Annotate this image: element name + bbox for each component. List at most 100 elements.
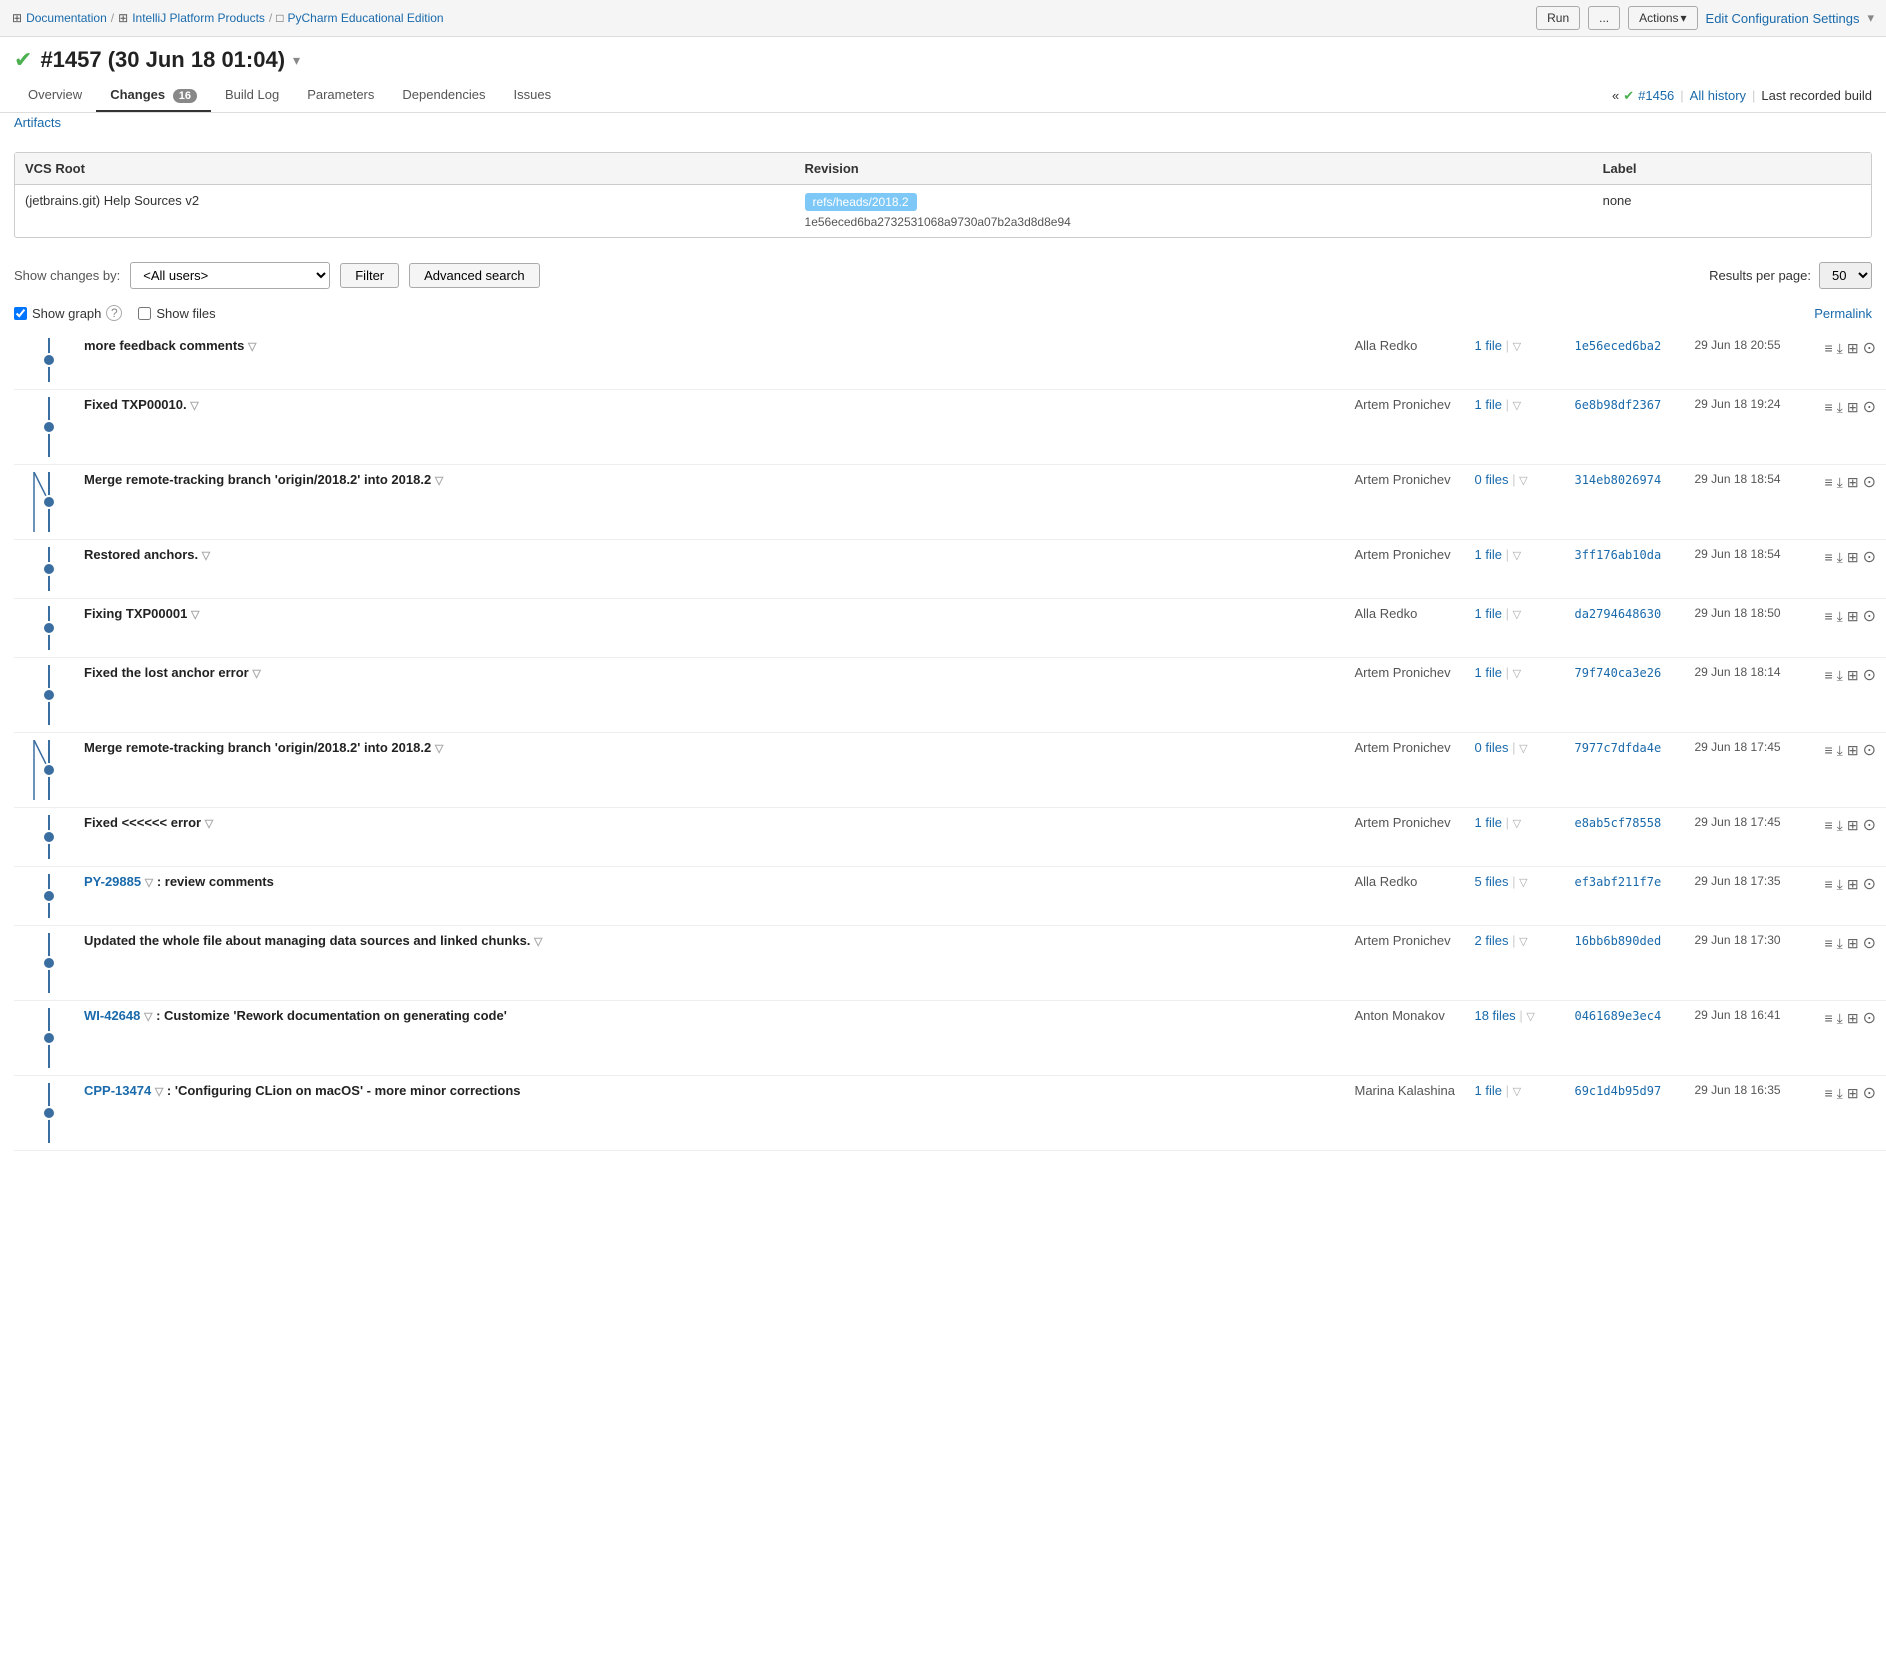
files-dropdown[interactable]: ▽: [1513, 609, 1521, 621]
breadcrumb-intellij[interactable]: IntelliJ Platform Products: [132, 11, 265, 25]
dropdown-icon[interactable]: ▽: [252, 668, 260, 680]
github-icon[interactable]: ⊙: [1863, 1008, 1876, 1028]
changes-icon[interactable]: ⊞: [1847, 399, 1859, 416]
breadcrumb-documentation[interactable]: Documentation: [26, 11, 107, 25]
changes-icon[interactable]: ⊞: [1847, 817, 1859, 834]
github-icon[interactable]: ⊙: [1863, 547, 1876, 567]
changes-icon[interactable]: ⊞: [1847, 549, 1859, 566]
github-icon[interactable]: ⊙: [1863, 933, 1876, 953]
files-link[interactable]: 0 files: [1474, 472, 1508, 487]
diff-icon[interactable]: ≡: [1824, 549, 1832, 565]
patch-icon[interactable]: ⤓: [1837, 399, 1843, 416]
changes-icon[interactable]: ⊞: [1847, 474, 1859, 491]
dropdown-icon[interactable]: ▽: [190, 400, 198, 412]
patch-icon[interactable]: ⤓: [1837, 608, 1843, 625]
files-link[interactable]: 1 file: [1474, 815, 1501, 830]
files-link[interactable]: 0 files: [1474, 740, 1508, 755]
github-icon[interactable]: ⊙: [1863, 338, 1876, 358]
github-icon[interactable]: ⊙: [1863, 1083, 1876, 1103]
hash-link[interactable]: e8ab5cf78558: [1574, 816, 1661, 830]
patch-icon[interactable]: ⤓: [1837, 935, 1843, 952]
run-button[interactable]: Run: [1536, 6, 1580, 30]
patch-icon[interactable]: ⤓: [1837, 817, 1843, 834]
diff-icon[interactable]: ≡: [1824, 1010, 1832, 1026]
files-dropdown[interactable]: ▽: [1513, 341, 1521, 353]
hash-link[interactable]: 314eb8026974: [1574, 473, 1661, 487]
github-icon[interactable]: ⊙: [1863, 740, 1876, 760]
dropdown-icon[interactable]: ▽: [205, 818, 213, 830]
dropdown-icon[interactable]: ▽: [191, 609, 199, 621]
hash-link[interactable]: 1e56eced6ba2: [1574, 339, 1661, 353]
tab-buildlog[interactable]: Build Log: [211, 79, 293, 112]
changes-icon[interactable]: ⊞: [1847, 667, 1859, 684]
files-dropdown[interactable]: ▽: [1513, 1086, 1521, 1098]
github-icon[interactable]: ⊙: [1863, 874, 1876, 894]
diff-icon[interactable]: ≡: [1824, 667, 1832, 683]
files-dropdown[interactable]: ▽: [1519, 877, 1527, 889]
dropdown-icon[interactable]: ▽: [435, 475, 443, 487]
files-link[interactable]: 1 file: [1474, 665, 1501, 680]
chevron-icon[interactable]: ▽: [145, 877, 153, 889]
user-filter-select[interactable]: <All users>: [130, 262, 330, 289]
results-select[interactable]: 50: [1819, 262, 1872, 289]
hash-link[interactable]: ef3abf211f7e: [1574, 875, 1661, 889]
hash-link[interactable]: da2794648630: [1574, 607, 1661, 621]
hash-link[interactable]: 69c1d4b95d97: [1574, 1084, 1661, 1098]
artifacts-link[interactable]: Artifacts: [14, 115, 61, 130]
patch-icon[interactable]: ⤓: [1837, 742, 1843, 759]
files-link[interactable]: 1 file: [1474, 547, 1501, 562]
patch-icon[interactable]: ⤓: [1837, 1010, 1843, 1027]
breadcrumb-pycharm[interactable]: PyCharm Educational Edition: [288, 11, 444, 25]
dropdown-icon[interactable]: ▽: [534, 936, 542, 948]
help-icon[interactable]: ?: [106, 305, 122, 321]
prev-build-link[interactable]: #1456: [1638, 88, 1674, 103]
changes-icon[interactable]: ⊞: [1847, 935, 1859, 952]
files-dropdown[interactable]: ▽: [1513, 668, 1521, 680]
changes-icon[interactable]: ⊞: [1847, 876, 1859, 893]
tab-overview[interactable]: Overview: [14, 79, 96, 112]
files-dropdown[interactable]: ▽: [1513, 818, 1521, 830]
github-icon[interactable]: ⊙: [1863, 606, 1876, 626]
permalink-link[interactable]: Permalink: [1814, 306, 1872, 321]
files-link[interactable]: 5 files: [1474, 874, 1508, 889]
diff-icon[interactable]: ≡: [1824, 340, 1832, 356]
advanced-search-button[interactable]: Advanced search: [409, 263, 539, 288]
hash-link[interactable]: 3ff176ab10da: [1574, 548, 1661, 562]
diff-icon[interactable]: ≡: [1824, 399, 1832, 415]
hash-link[interactable]: 79f740ca3e26: [1574, 666, 1661, 680]
files-dropdown[interactable]: ▽: [1519, 743, 1527, 755]
github-icon[interactable]: ⊙: [1863, 815, 1876, 835]
actions-button[interactable]: Actions ▾: [1628, 6, 1697, 30]
files-link[interactable]: 1 file: [1474, 1083, 1501, 1098]
github-icon[interactable]: ⊙: [1863, 472, 1876, 492]
edit-config-link[interactable]: Edit Configuration Settings: [1706, 11, 1860, 26]
tab-changes[interactable]: Changes 16: [96, 79, 211, 112]
github-icon[interactable]: ⊙: [1863, 665, 1876, 685]
changes-icon[interactable]: ⊞: [1847, 340, 1859, 357]
dropdown-icon[interactable]: ▽: [248, 341, 256, 353]
changes-icon[interactable]: ⊞: [1847, 608, 1859, 625]
chevron-icon[interactable]: ▽: [155, 1086, 163, 1098]
show-graph-label[interactable]: Show graph ?: [14, 305, 122, 321]
change-issue-link[interactable]: CPP-13474: [84, 1083, 151, 1098]
diff-icon[interactable]: ≡: [1824, 876, 1832, 892]
tab-issues[interactable]: Issues: [500, 79, 566, 112]
tab-parameters[interactable]: Parameters: [293, 79, 388, 112]
files-dropdown[interactable]: ▽: [1526, 1011, 1534, 1023]
dropdown-icon[interactable]: ▽: [202, 550, 210, 562]
diff-icon[interactable]: ≡: [1824, 1085, 1832, 1101]
patch-icon[interactable]: ⤓: [1837, 340, 1843, 357]
github-icon[interactable]: ⊙: [1863, 397, 1876, 417]
diff-icon[interactable]: ≡: [1824, 742, 1832, 758]
files-link[interactable]: 1 file: [1474, 338, 1501, 353]
files-dropdown[interactable]: ▽: [1513, 400, 1521, 412]
patch-icon[interactable]: ⤓: [1837, 549, 1843, 566]
diff-icon[interactable]: ≡: [1824, 608, 1832, 624]
files-link[interactable]: 2 files: [1474, 933, 1508, 948]
show-graph-checkbox[interactable]: [14, 307, 27, 320]
files-link[interactable]: 1 file: [1474, 606, 1501, 621]
diff-icon[interactable]: ≡: [1824, 935, 1832, 951]
changes-icon[interactable]: ⊞: [1847, 742, 1859, 759]
changes-icon[interactable]: ⊞: [1847, 1085, 1859, 1102]
changes-icon[interactable]: ⊞: [1847, 1010, 1859, 1027]
